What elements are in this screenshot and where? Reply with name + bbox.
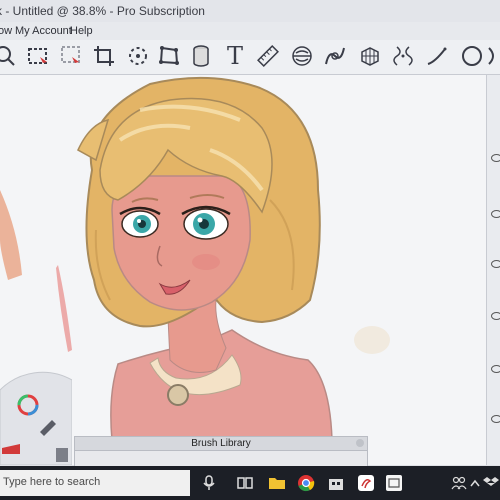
- brush-library-title: Brush Library: [191, 438, 251, 449]
- menu-item-help[interactable]: Help: [70, 22, 93, 40]
- stroke-icon[interactable]: [424, 43, 450, 69]
- window-title: k - Untitled @ 38.8% - Pro Subscription: [0, 4, 205, 18]
- eye-icon[interactable]: [491, 365, 500, 373]
- menu-item-window[interactable]: ow: [0, 22, 12, 40]
- crop-icon[interactable]: [91, 43, 117, 69]
- eye-icon[interactable]: [491, 210, 500, 218]
- zoom-icon[interactable]: [0, 43, 18, 69]
- rect-select-icon[interactable]: [25, 43, 51, 69]
- brush-library-header[interactable]: Brush Library: [75, 437, 367, 451]
- fill-icon[interactable]: [390, 43, 416, 69]
- ruler-icon[interactable]: [255, 43, 281, 69]
- more-icon[interactable]: [484, 43, 500, 69]
- grid-icon[interactable]: [357, 43, 383, 69]
- close-icon[interactable]: [356, 439, 364, 447]
- text-icon[interactable]: T: [222, 43, 248, 69]
- curve-icon[interactable]: [322, 43, 348, 69]
- marquee-select-icon[interactable]: [58, 43, 84, 69]
- eye-icon[interactable]: [491, 154, 500, 162]
- perspective-icon[interactable]: [156, 43, 182, 69]
- chrome-icon[interactable]: [297, 474, 315, 492]
- eye-icon[interactable]: [491, 312, 500, 320]
- app-icon[interactable]: [385, 474, 403, 492]
- brush-library-panel: Brush Library: [74, 436, 368, 468]
- taskbar-search-input[interactable]: Type here to search: [0, 470, 190, 496]
- cylinder-icon[interactable]: [188, 43, 214, 69]
- symmetry-icon[interactable]: [289, 43, 315, 69]
- eraser-icon[interactable]: [56, 448, 68, 462]
- title-bar: k - Untitled @ 38.8% - Pro Subscription: [0, 0, 500, 22]
- artwork-illustration: [0, 76, 390, 441]
- file-explorer-icon[interactable]: [268, 474, 286, 492]
- canvas[interactable]: [0, 75, 500, 465]
- eye-icon[interactable]: [491, 260, 500, 268]
- task-view-icon[interactable]: [236, 474, 254, 492]
- ellipse-icon[interactable]: [458, 43, 484, 69]
- taskbar: Type here to search: [0, 466, 500, 500]
- eye-icon[interactable]: [491, 415, 500, 423]
- menu-item-my-account[interactable]: My Account: [15, 22, 72, 40]
- toolbar: T: [0, 40, 500, 75]
- sketchbook-icon[interactable]: [357, 474, 375, 492]
- layers-panel: [486, 75, 500, 465]
- microphone-icon[interactable]: [200, 474, 218, 492]
- left-toolbox: [0, 370, 73, 466]
- menu-bar: ow My Account Help: [0, 22, 500, 40]
- transform-icon[interactable]: [125, 43, 151, 69]
- store-icon[interactable]: [327, 474, 345, 492]
- search-placeholder: Type here to search: [3, 476, 101, 488]
- dropbox-icon[interactable]: [482, 474, 500, 492]
